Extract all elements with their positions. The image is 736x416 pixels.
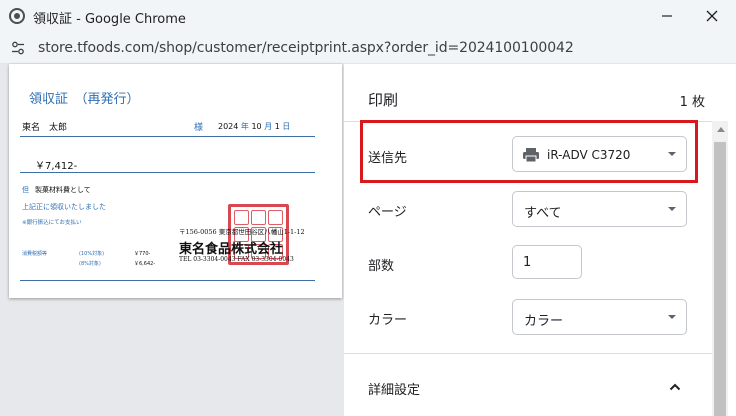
print-preview: 領収証 （再発行） 東名 太郎 様 2024 年 10 月 1 日 ￥7,412… — [0, 64, 344, 416]
address-bar[interactable]: store.tfoods.com/shop/customer/receiptpr… — [0, 32, 736, 64]
pages-select[interactable]: すべて — [512, 191, 687, 227]
tax-value-10: ￥770- — [134, 251, 151, 257]
date-month-unit: 月 — [264, 122, 273, 131]
print-title: 印刷 — [368, 91, 399, 109]
chevron-up-icon[interactable] — [669, 382, 681, 392]
tax-value-8: ￥6,642- — [134, 261, 156, 267]
url-text[interactable]: store.tfoods.com/shop/customer/receiptpr… — [38, 40, 574, 56]
print-settings-panel: 印刷 1 枚 送信先 iR-ADV C3720 ページ すべて 部数 1 カラー… — [344, 64, 736, 416]
company-phone: TEL 03-3304-0043 FAX 03-3304-0043 — [179, 256, 294, 263]
divider — [20, 280, 315, 281]
pages-value: すべて — [524, 206, 562, 221]
company-name: 東名食品株式会社 — [179, 242, 284, 257]
copies-value: 1 — [523, 255, 532, 270]
title-bar: 領収証 - Google Chrome — [0, 0, 736, 32]
section-divider — [344, 353, 712, 354]
date-month: 10 — [251, 122, 262, 131]
color-select[interactable]: カラー — [512, 299, 687, 335]
close-button[interactable] — [689, 0, 735, 32]
divider — [20, 136, 315, 137]
tax-rate-10: (10%対象) — [79, 251, 105, 257]
color-label: カラー — [368, 313, 408, 328]
chevron-down-icon — [668, 207, 676, 211]
close-icon — [706, 10, 718, 22]
tune-icon[interactable] — [10, 40, 26, 56]
received-note: 上記正に領収いたしました — [22, 203, 106, 211]
date-year: 2024 — [218, 122, 239, 131]
divider — [20, 172, 315, 173]
maximize-button[interactable] — [643, 0, 689, 32]
window-title: 領収証 - Google Chrome — [33, 12, 186, 27]
date-day: 1 — [274, 122, 280, 131]
pages-label: ページ — [368, 205, 407, 220]
receipt-date: 2024 年 10 月 1 日 — [218, 121, 290, 132]
receipt-title: 領収証 （再発行） — [29, 92, 140, 107]
scroll-up-arrow-icon[interactable] — [717, 127, 725, 132]
receipt-amount: ￥7,412- — [35, 161, 78, 172]
company-address: 〒156-0056 東京都世田谷区八幡山1-1-12 — [179, 228, 305, 236]
tadashi-mark: 但 — [22, 186, 29, 194]
destination-highlight-box — [360, 120, 698, 183]
copies-input[interactable]: 1 — [512, 245, 582, 279]
chrome-icon — [9, 8, 25, 24]
date-year-unit: 年 — [240, 122, 249, 131]
copies-label: 部数 — [368, 259, 395, 274]
advanced-settings-label[interactable]: 詳細設定 — [368, 379, 420, 398]
purpose-text: 製菓材料費として — [35, 186, 91, 194]
tax-rate-8: (8%対象) — [79, 261, 101, 267]
bank-note: ※銀行振込にてお支払い — [22, 220, 82, 226]
honorific: 様 — [194, 123, 204, 133]
tax-breakdown-label: 消費税額等 — [22, 251, 48, 257]
receipt-page: 領収証 （再発行） 東名 太郎 様 2024 年 10 月 1 日 ￥7,412… — [9, 64, 342, 298]
customer-name: 東名 太郎 — [22, 123, 68, 133]
scrollbar-thumb[interactable] — [714, 142, 726, 416]
chevron-down-icon — [668, 315, 676, 319]
purpose-line: 但製菓材料費として — [22, 185, 91, 195]
color-value: カラー — [524, 314, 564, 329]
sheet-count: 1 枚 — [679, 95, 705, 110]
date-day-unit: 日 — [282, 122, 291, 131]
